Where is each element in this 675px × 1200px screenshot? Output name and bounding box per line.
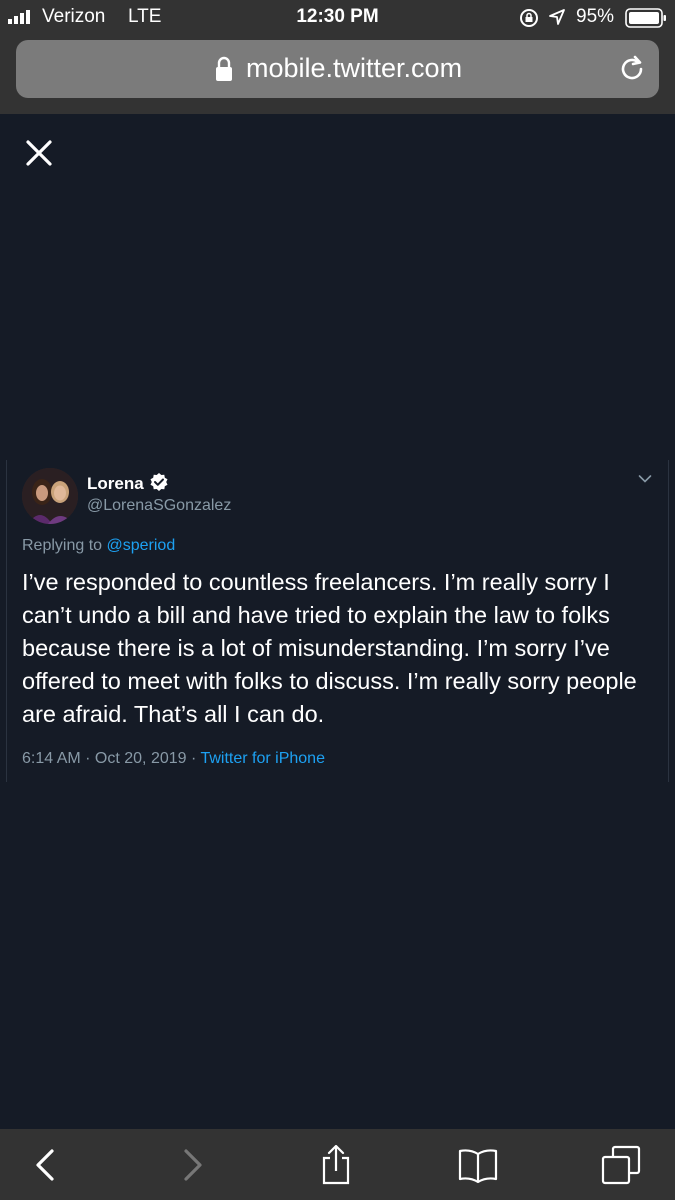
tweet-text: I’ve responded to countless freelancers.… [22,569,637,727]
verified-badge-icon [150,473,168,491]
tweet-source-link[interactable]: Twitter for iPhone [200,750,325,767]
chevron-down-icon[interactable] [638,474,652,484]
replying-to: Replying to @speriod [22,537,175,555]
tabs-icon[interactable] [601,1145,641,1185]
tweet-card[interactable]: Lorena @LorenaSGonzalez Replying to @spe… [6,460,669,782]
url-text[interactable]: mobile.twitter.com [246,53,462,84]
forward-icon[interactable] [172,1145,212,1185]
tweet-meta: 6:14 AM · Oct 20, 2019 · Twitter for iPh… [22,750,325,768]
browser-top-bar: Verizon LTE 12:30 PM 95% mobile.twitter.… [0,0,675,114]
replying-to-label: Replying to [22,537,103,554]
bookmarks-icon[interactable] [458,1145,498,1185]
rotation-lock-icon [520,9,538,27]
close-icon[interactable] [22,136,56,170]
status-bar: Verizon LTE 12:30 PM 95% [0,0,675,34]
clock: 12:30 PM [296,6,379,27]
reload-icon[interactable] [617,54,647,84]
location-arrow-icon [549,9,565,25]
author-handle[interactable]: @LorenaSGonzalez [87,497,231,515]
back-icon[interactable] [26,1145,66,1185]
reply-mention-link[interactable]: @speriod [107,537,176,554]
address-bar[interactable]: mobile.twitter.com [16,40,659,98]
battery-icon [625,8,666,28]
battery-percent: 95% [576,6,615,27]
avatar[interactable] [22,468,78,524]
tweet-timestamp[interactable]: 6:14 AM · Oct 20, 2019 · [22,750,200,767]
avatar-photo [22,468,78,524]
share-icon[interactable] [316,1145,356,1185]
author-name[interactable]: Lorena [87,474,144,494]
lock-icon [216,56,232,81]
browser-toolbar [0,1129,675,1200]
